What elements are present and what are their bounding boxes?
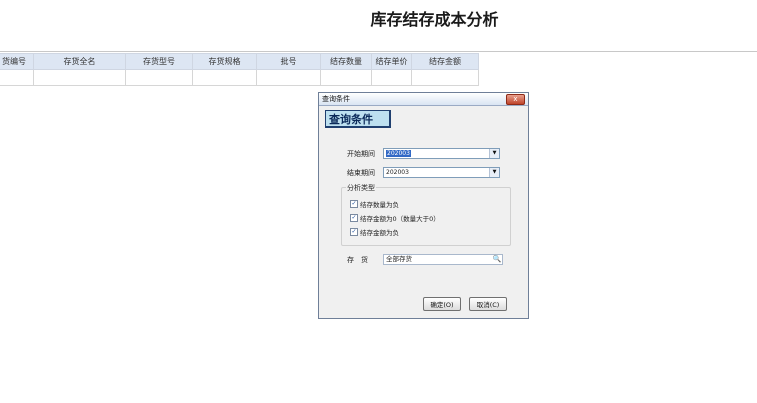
ok-button[interactable]: 确定(O) bbox=[423, 297, 461, 311]
column-header[interactable]: 货编号 bbox=[0, 53, 34, 70]
analysis-type-group: 分析类型 ✓ 结存数量为负 ✓ 结存金额为0（数量大于0） ✓ 结存金额为负 bbox=[341, 183, 511, 246]
column-header[interactable]: 结存单价 bbox=[371, 53, 412, 70]
dialog-title: 查询条件 bbox=[322, 95, 350, 103]
close-button[interactable]: x bbox=[506, 94, 525, 105]
query-dialog: 查询条件 x 查询条件 开始期间 202003 ▼ 结束期间 202003 ▼ … bbox=[318, 92, 529, 319]
inventory-field[interactable]: 全部存货 🔍 bbox=[383, 254, 503, 265]
column-header[interactable]: 结存金额 bbox=[411, 53, 479, 70]
checkbox-negative-quantity[interactable]: ✓ 结存数量为负 bbox=[350, 199, 399, 209]
checkbox-label: 结存金额为0（数量大于0） bbox=[360, 215, 440, 223]
table-cell[interactable] bbox=[0, 69, 34, 86]
table-cell[interactable] bbox=[371, 69, 412, 86]
checkbox-negative-amount[interactable]: ✓ 结存金额为负 bbox=[350, 227, 399, 237]
start-period-select[interactable]: 202003 ▼ bbox=[383, 148, 500, 159]
end-period-select[interactable]: 202003 ▼ bbox=[383, 167, 500, 178]
table-cell[interactable] bbox=[192, 69, 257, 86]
check-icon[interactable]: ✓ bbox=[350, 228, 358, 236]
close-icon: x bbox=[513, 95, 518, 103]
table-header-row: 货编号 存货全名 存货型号 存货规格 批号 结存数量 结存单价 结存金额 bbox=[0, 53, 479, 70]
inventory-label: 存 货 bbox=[347, 256, 368, 264]
chevron-down-icon[interactable]: ▼ bbox=[489, 149, 499, 158]
table-row[interactable] bbox=[0, 69, 479, 86]
end-period-value: 202003 bbox=[386, 169, 409, 176]
table-cell[interactable] bbox=[411, 69, 479, 86]
search-icon[interactable]: 🔍 bbox=[492, 255, 502, 264]
inventory-table: 货编号 存货全名 存货型号 存货规格 批号 结存数量 结存单价 结存金额 bbox=[0, 53, 479, 86]
dialog-titlebar[interactable]: 查询条件 x bbox=[319, 93, 528, 106]
start-period-label: 开始期间 bbox=[347, 150, 375, 158]
page-title: 库存结存成本分析 bbox=[370, 10, 499, 29]
start-period-value: 202003 bbox=[386, 150, 411, 157]
table-cell[interactable] bbox=[256, 69, 321, 86]
analysis-type-label: 分析类型 bbox=[346, 183, 376, 193]
column-header[interactable]: 存货全名 bbox=[33, 53, 126, 70]
check-icon[interactable]: ✓ bbox=[350, 200, 358, 208]
table-cell[interactable] bbox=[125, 69, 193, 86]
checkbox-label: 结存金额为负 bbox=[360, 229, 399, 237]
end-period-label: 结束期间 bbox=[347, 169, 375, 177]
table-cell[interactable] bbox=[33, 69, 126, 86]
column-header[interactable]: 结存数量 bbox=[320, 53, 372, 70]
cancel-button[interactable]: 取消(C) bbox=[469, 297, 507, 311]
column-header[interactable]: 存货规格 bbox=[192, 53, 257, 70]
chevron-down-icon[interactable]: ▼ bbox=[489, 168, 499, 177]
table-cell[interactable] bbox=[320, 69, 372, 86]
dialog-heading: 查询条件 bbox=[325, 110, 391, 128]
check-icon[interactable]: ✓ bbox=[350, 214, 358, 222]
checkbox-label: 结存数量为负 bbox=[360, 201, 399, 209]
checkbox-zero-amount[interactable]: ✓ 结存金额为0（数量大于0） bbox=[350, 213, 440, 223]
column-header[interactable]: 批号 bbox=[256, 53, 321, 70]
divider bbox=[0, 51, 757, 52]
column-header[interactable]: 存货型号 bbox=[125, 53, 193, 70]
inventory-value: 全部存货 bbox=[386, 255, 412, 263]
